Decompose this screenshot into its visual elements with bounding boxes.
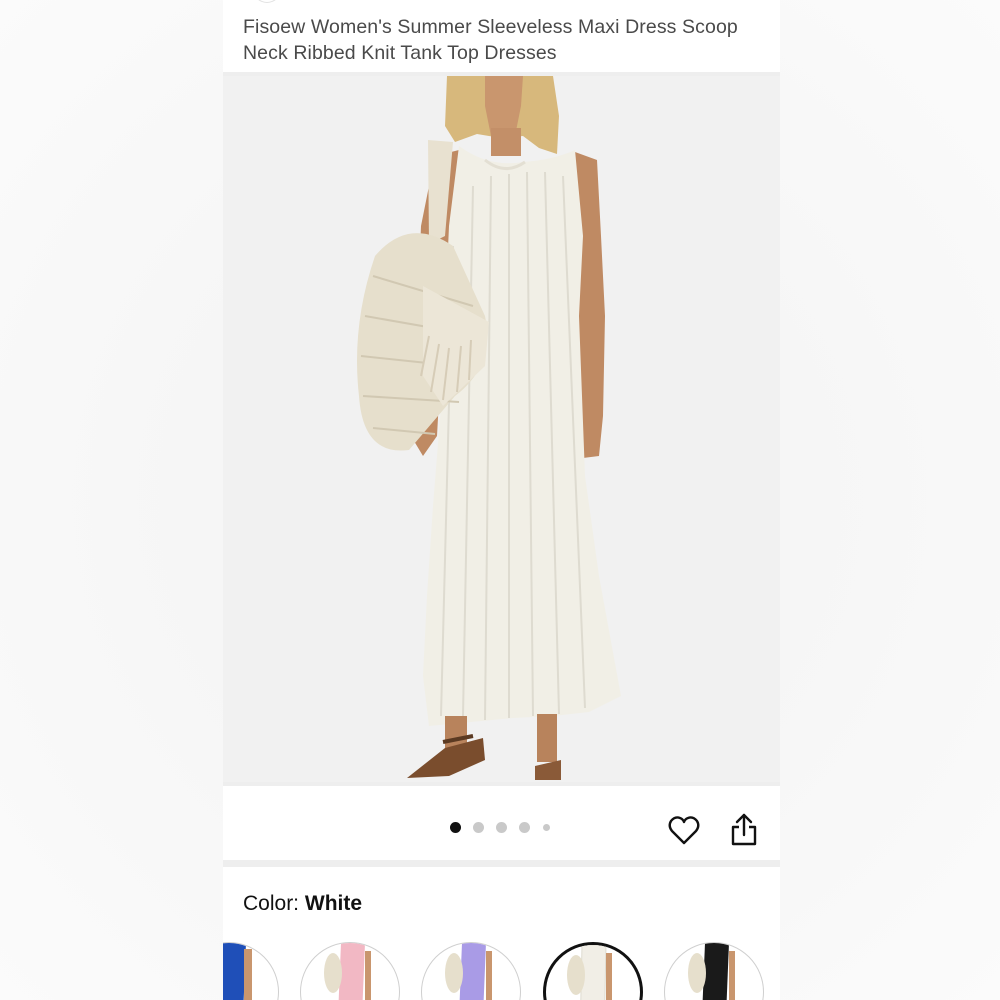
pagination-dot[interactable] — [450, 822, 461, 833]
avatar — [253, 0, 281, 3]
color-swatch-pink[interactable] — [300, 942, 400, 1000]
pagination-dot[interactable] — [543, 824, 550, 831]
color-swatch-white[interactable] — [543, 942, 643, 1000]
product-image[interactable] — [223, 76, 780, 782]
product-page: Fisoew Women's Summer Sleeveless Maxi Dr… — [223, 0, 780, 1000]
title-card: Fisoew Women's Summer Sleeveless Maxi Dr… — [223, 0, 780, 72]
pagination-dot[interactable] — [519, 822, 530, 833]
color-swatch-purple[interactable] — [421, 942, 521, 1000]
color-label-text: Color: — [243, 892, 300, 915]
color-label: Color: White — [243, 892, 362, 916]
product-photo-white-dress — [357, 76, 621, 780]
share-button[interactable] — [727, 811, 761, 849]
pagination-dot[interactable] — [473, 822, 484, 833]
product-title: Fisoew Women's Summer Sleeveless Maxi Dr… — [243, 16, 738, 64]
color-selector: Color: White — [223, 867, 780, 1000]
heart-icon — [668, 816, 700, 845]
color-swatch-black[interactable] — [664, 942, 764, 1000]
share-icon — [731, 813, 757, 846]
color-swatch-blue[interactable] — [223, 942, 279, 1000]
favorite-button[interactable] — [666, 813, 702, 849]
selected-color-value: White — [304, 892, 363, 915]
pagination-dot[interactable] — [496, 822, 507, 833]
gallery-controls — [223, 786, 780, 860]
